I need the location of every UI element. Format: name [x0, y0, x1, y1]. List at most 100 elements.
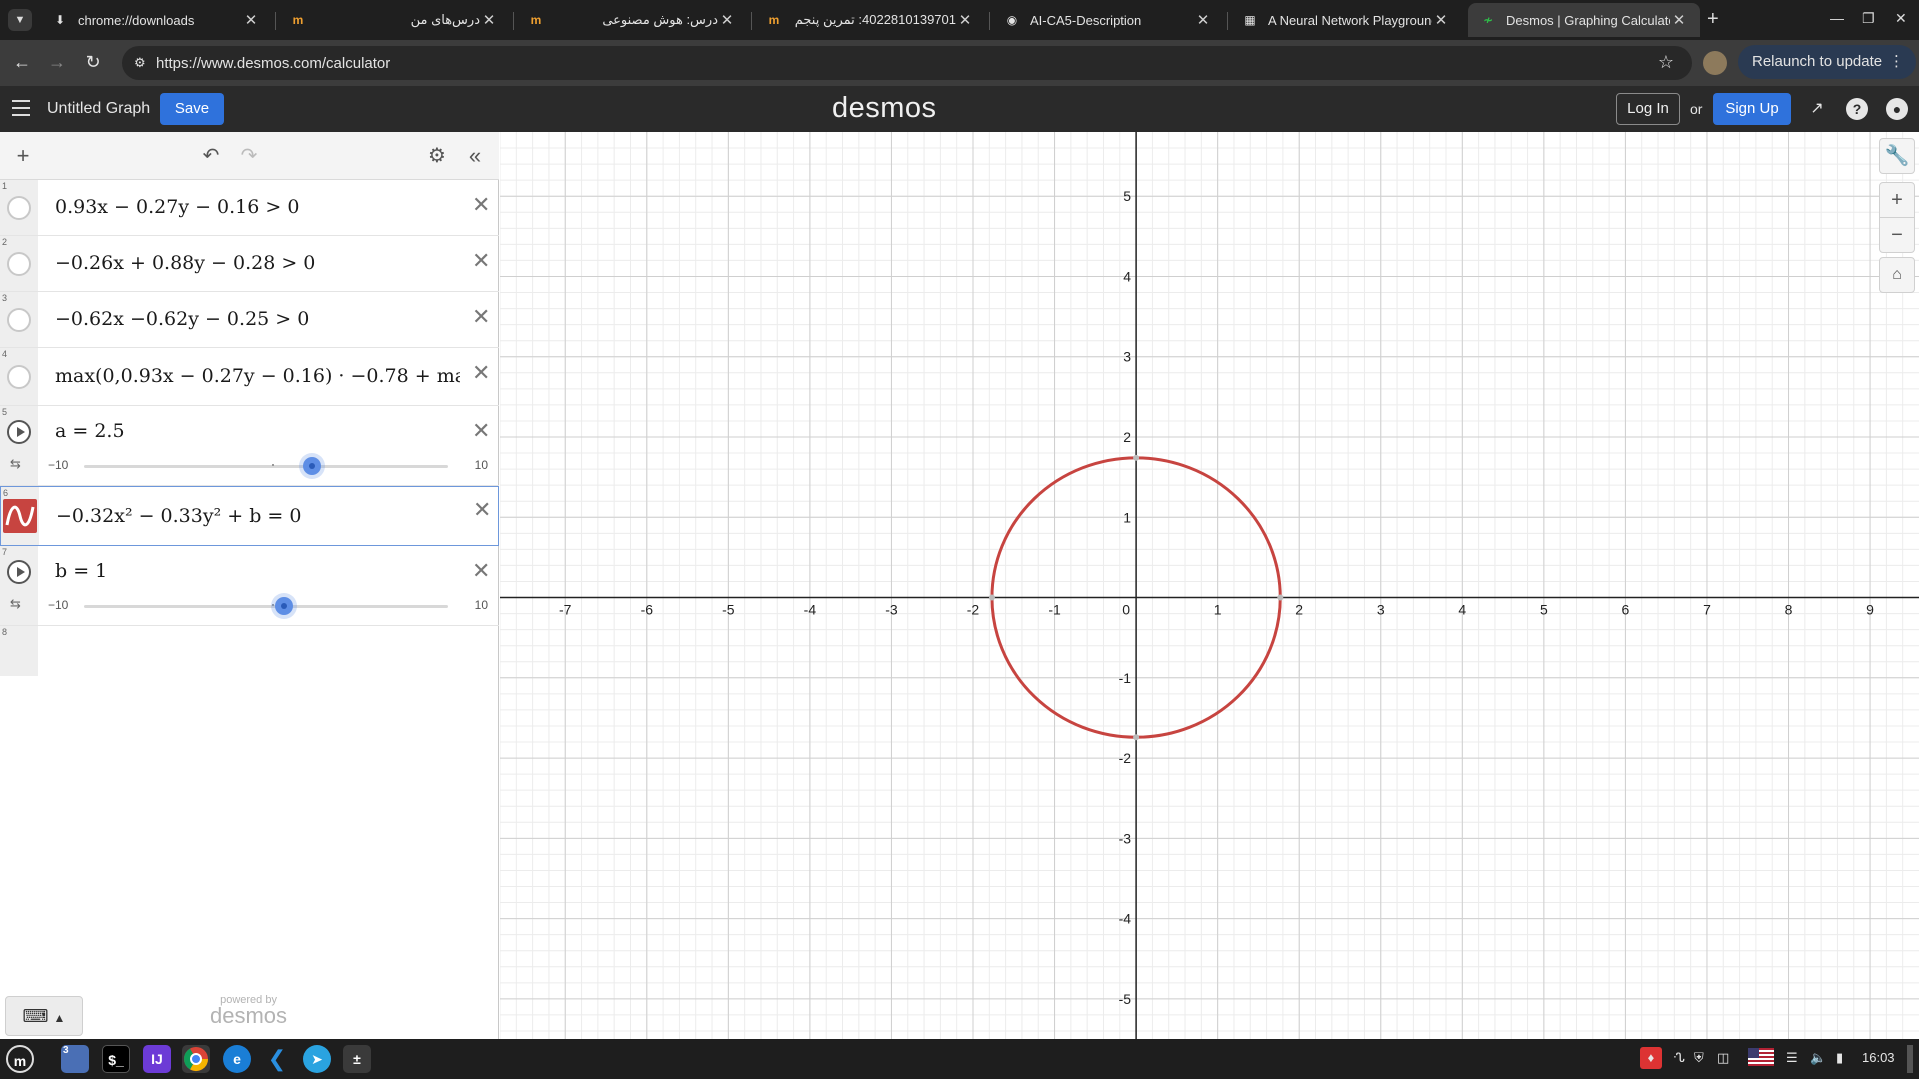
vscode-icon[interactable]: ❮	[263, 1045, 291, 1073]
tab-close-icon[interactable]: ✕	[1432, 11, 1450, 29]
slider-a[interactable]: −10 10	[48, 456, 488, 476]
language-globe-icon[interactable]: ●	[1886, 98, 1908, 120]
shield-icon[interactable]: ⛨	[1694, 1050, 1704, 1066]
tab-close-icon[interactable]: ✕	[480, 11, 498, 29]
profile-avatar[interactable]	[1703, 51, 1727, 75]
log-in-button[interactable]: Log In	[1616, 93, 1680, 125]
slider-track[interactable]	[84, 465, 448, 468]
reload-icon[interactable]: ↻	[82, 52, 104, 73]
relaunch-to-update-button[interactable]: Relaunch to update ⋮	[1738, 45, 1916, 79]
tab-close-icon[interactable]: ✕	[1194, 11, 1212, 29]
slider-max[interactable]: 10	[475, 458, 488, 472]
edge-icon[interactable]: e	[223, 1045, 251, 1073]
tab-close-icon[interactable]: ✕	[718, 11, 736, 29]
slider-max[interactable]: 10	[475, 598, 488, 612]
share-icon[interactable]: ↗	[1806, 98, 1828, 120]
mint-menu-icon[interactable]: m	[6, 1045, 34, 1073]
wifi-icon[interactable]: ☰	[1786, 1050, 1798, 1066]
calculator-icon[interactable]: ±	[343, 1045, 371, 1073]
tab-ai-ca5-description[interactable]: ◉ AI-CA5-Description ✕	[992, 3, 1224, 37]
default-zoom-home-icon[interactable]: ⌂	[1879, 257, 1915, 293]
add-expression-icon[interactable]: +	[10, 143, 36, 169]
loop-mode-icon[interactable]: ⇆	[10, 596, 21, 612]
expression-row-1[interactable]: 1 0.93x − 0.27y − 0.16 > 0 ✕	[0, 180, 499, 236]
delete-expression-icon[interactable]: ✕	[472, 248, 490, 274]
menu-icon[interactable]	[12, 100, 30, 116]
expression-text[interactable]: −0.26x + 0.88y − 0.28 > 0	[55, 252, 315, 274]
bookmark-star-icon[interactable]: ☆	[1658, 52, 1674, 73]
us-flag-keyboard-layout-icon[interactable]	[1748, 1048, 1774, 1066]
expression-row-3[interactable]: 3 −0.62x −0.62y − 0.25 > 0 ✕	[0, 292, 499, 348]
terminal-icon[interactable]: $_	[102, 1045, 130, 1073]
settings-gear-icon[interactable]: ⚙	[424, 143, 450, 168]
graph-svg[interactable]: -7 -6 -5 -4 -3 -2 -1 0 1 2 3 4 5 6 7 8 9 5 4 3 2 1 -1 -2 -3 -4 -5	[500, 132, 1919, 1039]
redo-icon[interactable]: ↷	[236, 143, 262, 168]
hidden-graph-toggle-icon[interactable]	[7, 308, 31, 332]
site-info-icon[interactable]: ⚙	[134, 55, 146, 71]
expression-row-7-slider-b[interactable]: 7 ⇆ b = 1 ✕ −10 10	[0, 546, 499, 626]
hidden-graph-toggle-icon[interactable]	[7, 252, 31, 276]
slider-knob[interactable]	[302, 457, 321, 475]
zoom-out-icon[interactable]: −	[1879, 217, 1915, 253]
delete-expression-icon[interactable]: ✕	[472, 558, 490, 584]
back-icon[interactable]: ←	[11, 52, 33, 73]
anydesk-tray-icon[interactable]: ♦	[1640, 1047, 1662, 1069]
expression-text[interactable]: −0.62x −0.62y − 0.25 > 0	[55, 308, 309, 330]
expression-row-6[interactable]: 6 −0.32x² − 0.33y² + b = 0 ✕	[0, 486, 499, 546]
expression-text[interactable]: max(0,0.93x − 0.27y − 0.16) · −0.78 + ma…	[55, 365, 460, 387]
graph-title[interactable]: Untitled Graph	[47, 100, 150, 118]
tab-close-icon[interactable]: ✕	[956, 11, 974, 29]
telegram-icon[interactable]: ➤	[303, 1045, 331, 1073]
delete-expression-icon[interactable]: ✕	[472, 304, 490, 330]
delete-expression-icon[interactable]: ✕	[473, 497, 491, 523]
hidden-graph-toggle-icon[interactable]	[7, 365, 31, 389]
expression-text[interactable]: b = 1	[55, 560, 107, 582]
bluetooth-icon[interactable]: ᔗ	[1673, 1050, 1685, 1066]
tab-desmos[interactable]: ≁ Desmos | Graphing Calculator ✕	[1468, 3, 1700, 37]
clock[interactable]: 16:03	[1862, 1050, 1895, 1065]
zoom-in-icon[interactable]: +	[1879, 182, 1915, 218]
files-icon[interactable]: 3	[61, 1045, 89, 1073]
hidden-graph-toggle-icon[interactable]	[7, 196, 31, 220]
play-slider-icon[interactable]	[7, 420, 31, 444]
expression-text[interactable]: 0.93x − 0.27y − 0.16 > 0	[55, 196, 299, 218]
collapse-panel-icon[interactable]: «	[462, 143, 488, 169]
forward-icon[interactable]: →	[46, 52, 68, 73]
play-slider-icon[interactable]	[7, 560, 31, 584]
expression-row-5-slider-a[interactable]: 5 ⇆ a = 2.5 ✕ −10 10	[0, 406, 499, 486]
expression-text[interactable]: −0.32x² − 0.33y² + b = 0	[56, 505, 301, 527]
tab-search-button[interactable]: ▼	[8, 9, 32, 31]
close-window-icon[interactable]: ✕	[1895, 10, 1907, 27]
sign-up-button[interactable]: Sign Up	[1713, 93, 1791, 125]
save-button[interactable]: Save	[160, 93, 224, 125]
new-tab-button[interactable]: +	[1707, 8, 1719, 31]
tab-my-courses[interactable]: m درس‌های من ✕	[278, 3, 510, 37]
tab-assignment-5[interactable]: m 4022810139701: تمرین پنجم ✕	[754, 3, 986, 37]
delete-expression-icon[interactable]: ✕	[472, 192, 490, 218]
expression-text[interactable]: a = 2.5	[55, 420, 125, 442]
graph-canvas[interactable]: -7 -6 -5 -4 -3 -2 -1 0 1 2 3 4 5 6 7 8 9 5 4 3 2 1 -1 -2 -3 -4 -5	[500, 132, 1919, 1039]
address-bar[interactable]: ⚙ https://www.desmos.com/calculator ☆	[122, 46, 1692, 80]
curve-color-icon[interactable]	[3, 499, 37, 533]
volume-icon[interactable]: 🔈	[1810, 1050, 1826, 1066]
delete-expression-icon[interactable]: ✕	[472, 360, 490, 386]
network-tray-icon[interactable]: ◫	[1717, 1050, 1729, 1066]
slider-knob[interactable]	[275, 597, 294, 615]
slider-track[interactable]	[84, 605, 448, 608]
expression-row-2[interactable]: 2 −0.26x + 0.88y − 0.28 > 0 ✕	[0, 236, 499, 292]
keyboard-toggle-button[interactable]: ⌨ ▲	[5, 996, 83, 1036]
loop-mode-icon[interactable]: ⇆	[10, 456, 21, 472]
tab-close-icon[interactable]: ✕	[242, 11, 260, 29]
slider-b[interactable]: −10 10	[48, 596, 488, 616]
help-icon[interactable]: ?	[1846, 98, 1868, 120]
slider-min[interactable]: −10	[48, 458, 68, 472]
chrome-icon[interactable]	[182, 1045, 210, 1073]
graph-settings-wrench-icon[interactable]: 🔧	[1879, 138, 1915, 174]
expression-row-4[interactable]: 4 max(0,0.93x − 0.27y − 0.16) · −0.78 + …	[0, 348, 499, 406]
show-desktop-button[interactable]	[1907, 1045, 1913, 1073]
tab-close-icon[interactable]: ✕	[1670, 11, 1688, 29]
undo-icon[interactable]: ↶	[198, 143, 224, 168]
expression-row-8-empty[interactable]: 8	[0, 626, 499, 676]
slider-min[interactable]: −10	[48, 598, 68, 612]
minimize-icon[interactable]: —	[1830, 10, 1844, 26]
